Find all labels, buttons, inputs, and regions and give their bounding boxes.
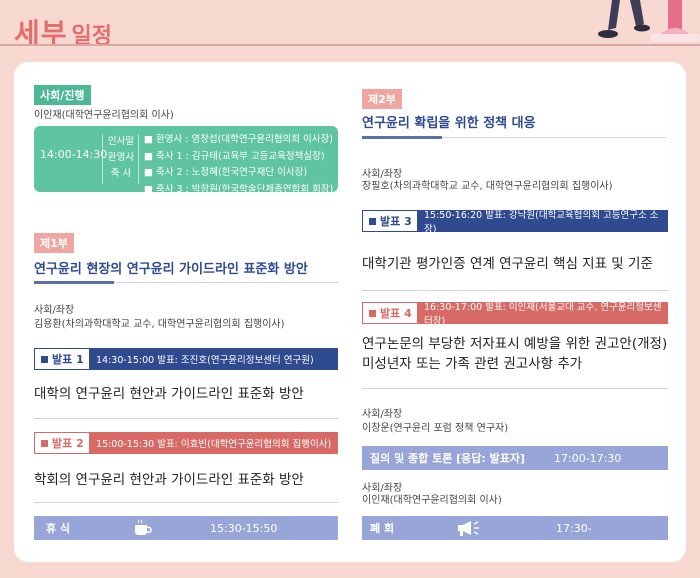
opening-item: ■ 축사 3 : 박창원(한국학술단체총연합회 회장): [144, 183, 334, 195]
opening-item: ■ 환영사 : 염창섭(대학연구윤리협의회 이사장): [144, 134, 333, 145]
coffee-cup-icon: [135, 519, 152, 535]
role-welcome: 환영사: [107, 152, 135, 163]
square-icon: [369, 309, 376, 317]
role-greeting: 인사말: [107, 136, 135, 147]
opening-time: 14:00-14:30: [40, 148, 108, 161]
talk2-label-box: 발표 2: [34, 432, 90, 454]
square-icon: [41, 439, 48, 447]
divider: [362, 388, 668, 389]
page-title: 세부 일정: [14, 12, 112, 52]
part1-chair-label: 사회/좌장: [34, 305, 75, 316]
schedule-card: 사회/진행 이인재(대학연구윤리협의회 이사) 14:00-14:30 인사말 …: [14, 62, 686, 562]
talk1-title: 대학의 연구윤리 현안과 가이드라인 표준화 방안: [34, 386, 304, 402]
talk2-time-speaker: 15:00-15:30 발표: 이효빈(대학연구윤리협의회 집행이사): [90, 432, 338, 454]
discussion-label: 질의 및 종합 토론 [응답: 발표자]: [370, 452, 526, 465]
discussion-chair-label: 사회/좌장: [362, 409, 403, 420]
part1-tag: 제1부: [34, 233, 74, 253]
opening-item: ■ 축사 2 : 노정혜(한국연구재단 이사장): [144, 167, 308, 178]
talk1-bar: 발표 1 14:30-15:00 발표: 조진호(연구윤리정보센터 연구원): [34, 348, 338, 370]
closing-time: 17:30-: [556, 521, 592, 535]
talk1-label: 발표 1: [52, 353, 84, 366]
divider: [34, 502, 338, 503]
part2-tag: 제2부: [362, 89, 402, 109]
moderator-name: 이인재(대학연구윤리협의회 이사): [34, 110, 174, 121]
discussion-time: 17:00-17:30: [554, 451, 622, 465]
talk4-label: 발표 4: [380, 307, 412, 320]
square-icon: [41, 355, 48, 363]
part1-tag-wrap: 제1부: [34, 232, 74, 253]
moderator-block: 사회/진행 이인재(대학연구윤리협의회 이사): [34, 84, 174, 123]
closing-bar: 폐 회 17:30-: [362, 516, 668, 540]
talk3-label-box: 발표 3: [362, 210, 418, 232]
talk2-title: 학회의 연구윤리 현안과 가이드라인 표준화 방안: [34, 472, 304, 488]
opening-item: ■ 축사 1 : 김규태(교육부 고등교육정책실장): [144, 150, 325, 162]
break-time: 15:30-15:50: [210, 521, 278, 535]
discussion-bar: 질의 및 종합 토론 [응답: 발표자] 17:00-17:30: [362, 446, 668, 470]
talk3-bar: 발표 3 15:50-16:20 발표: 강낙원(대학교육협의회 고등연구소 소…: [362, 210, 668, 235]
closing-label: 폐 회: [370, 522, 395, 535]
divider: [102, 134, 103, 184]
part2-underline: [362, 136, 442, 139]
talk3-title: 대학기관 평가인증 연계 연구윤리 핵심 지표 및 기준: [362, 256, 653, 272]
talk2-bar: 발표 2 15:00-15:30 발표: 이효빈(대학연구윤리협의회 집행이사): [34, 432, 338, 454]
part1-underline: [34, 281, 114, 284]
talk2-label: 발표 2: [52, 437, 84, 450]
opening-roles: 인사말 환영사 축 사: [106, 134, 136, 182]
divider: [114, 282, 338, 283]
break-label: 휴 식: [46, 522, 71, 535]
talk1-time-speaker: 14:30-15:00 발표: 조진호(연구윤리정보센터 연구원): [90, 348, 338, 370]
opening-box: 14:00-14:30 인사말 환영사 축 사 ■ 환영사 : 염창섭(대학연구…: [34, 126, 338, 195]
talk4-title-line2: 미성년자 또는 가족 관련 권고사항 추가: [362, 356, 583, 372]
part1-chair-name: 김용환(차의과학대학교 교수, 대학연구윤리협의회 집행이사): [34, 319, 285, 330]
talk4-bar: 발표 4 16:30-17:00 발표: 이인재(서울교대 교수, 연구윤리정보…: [362, 302, 668, 327]
divider: [138, 134, 139, 184]
talk4-title: 연구논문의 부당한 저자표시 예방을 위한 권고안(개정) 미성년자 또는 가족…: [362, 334, 668, 374]
part2-tag-wrap: 제2부: [362, 88, 402, 109]
part2-title: 연구윤리 확립을 위한 정책 대응: [362, 116, 536, 131]
square-icon: [369, 217, 376, 225]
divider: [442, 137, 666, 138]
opening-speakers: ■ 환영사 : 염창섭(대학연구윤리협의회 이사장) ■ 축사 1 : 김규태(…: [144, 132, 333, 198]
role-congrats: 축 사: [110, 168, 132, 179]
part1-title: 연구윤리 현장의 연구윤리 가이드라인 표준화 방안: [34, 262, 308, 277]
divider: [34, 418, 338, 419]
talk3-time-speaker: 15:50-16:20 발표: 강낙원(대학교육협의회 고등연구소 소장): [418, 210, 668, 235]
talk4-title-line1: 연구논문의 부당한 저자표시 예방을 위한 권고안(개정): [362, 336, 668, 352]
discussion-chair-name: 이창운(연구윤리 포럼 정책 연구자): [362, 423, 509, 434]
closing-mod-name: 이인재(대학연구윤리협의회 이사): [362, 495, 502, 506]
person-illustration: [598, 0, 700, 42]
talk3-label: 발표 3: [380, 215, 412, 228]
moderator-tag: 사회/진행: [34, 85, 91, 105]
talk1-label-box: 발표 1: [34, 348, 90, 370]
megaphone-icon: [458, 521, 479, 536]
break-bar: 휴 식 15:30-15:50: [34, 516, 338, 540]
divider: [362, 290, 668, 291]
part2-chair-name: 장필호(차의과학대학교 교수, 대학연구윤리협의회 집행이사): [362, 181, 613, 192]
talk4-label-box: 발표 4: [362, 302, 418, 324]
talk4-time-speaker: 16:30-17:00 발표: 이인재(서울교대 교수, 연구윤리정보센터장): [418, 302, 668, 327]
